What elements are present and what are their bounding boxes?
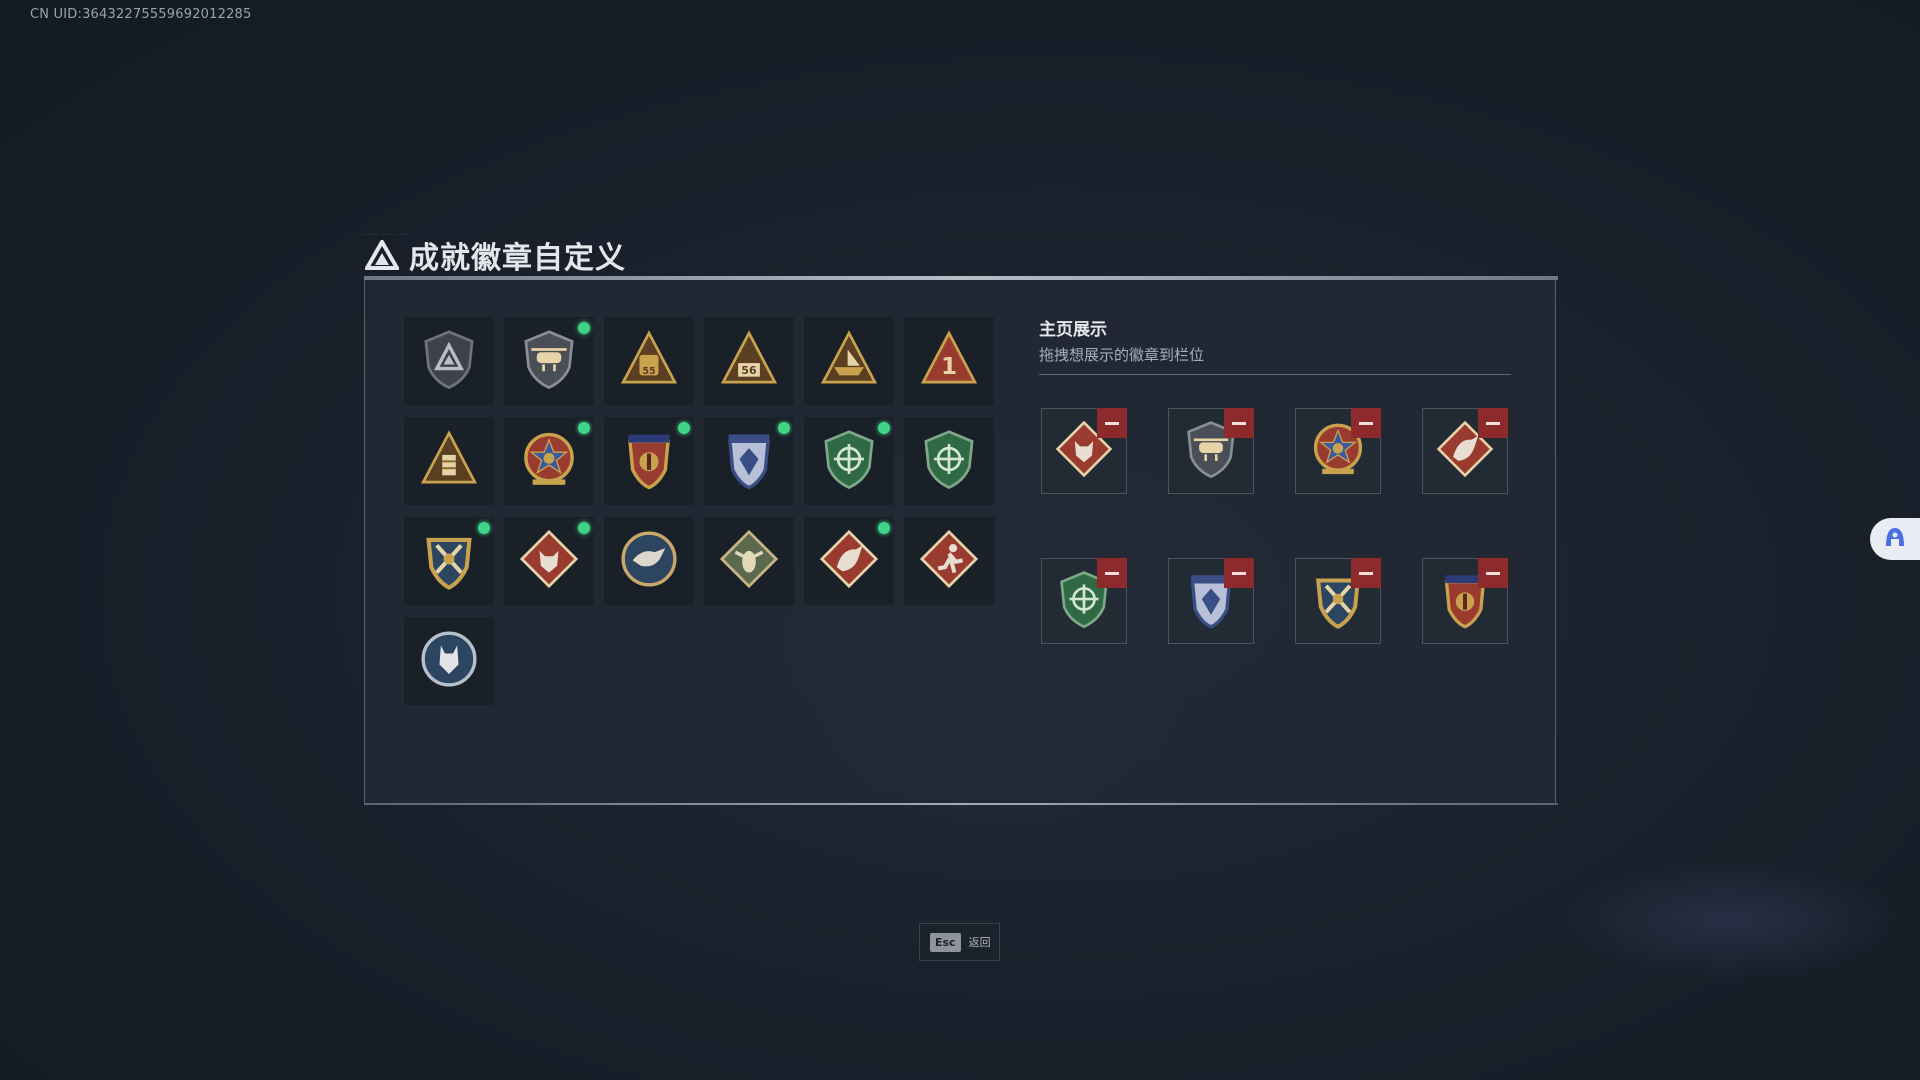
showcase-slot[interactable]: [1422, 558, 1508, 644]
page-header: 成就徽章自定义: [365, 233, 626, 277]
badge-slot[interactable]: 55: [604, 317, 694, 405]
remove-badge-button[interactable]: [1224, 408, 1254, 438]
gold-triangle-number-1-badge-icon: 1: [915, 325, 983, 397]
new-indicator-dot: [578, 522, 590, 534]
gold-triangle-55-badge-icon: 55: [615, 325, 683, 397]
remove-badge-button[interactable]: [1478, 408, 1508, 438]
green-crosshair-shield-badge-icon: [915, 425, 983, 497]
gold-swords-crest-badge-icon: [415, 525, 483, 597]
green-crosshair-shield-badge-icon: [815, 425, 883, 497]
badge-slot[interactable]: [604, 417, 694, 505]
round-wolf-badge-icon: [415, 625, 483, 697]
badge-slot[interactable]: [904, 417, 994, 505]
badge-slot[interactable]: [904, 517, 994, 605]
gold-triangle-ship-badge-icon: [815, 325, 883, 397]
showcase-slot[interactable]: [1041, 558, 1127, 644]
gold-triangle-stack-badge-icon: [415, 425, 483, 497]
minus-icon: [1105, 421, 1119, 425]
showcase-slot[interactable]: [1422, 408, 1508, 494]
esc-key-hint: Esc: [930, 932, 961, 952]
badge-slot[interactable]: [504, 317, 594, 405]
showcase-slot[interactable]: [1041, 408, 1127, 494]
back-button[interactable]: Esc 返回: [919, 923, 1000, 961]
showcase-slot[interactable]: [1295, 408, 1381, 494]
gold-triangle-56-badge-icon: 56: [715, 325, 783, 397]
showcase-slot-grid: [1041, 408, 1508, 644]
badge-slot[interactable]: [804, 517, 894, 605]
new-indicator-dot: [878, 522, 890, 534]
showcase-hint: 拖拽想展示的徽章到栏位: [1039, 346, 1205, 364]
grey-triangle-shield-badge-icon: [415, 325, 483, 397]
remove-badge-button[interactable]: [1351, 558, 1381, 588]
minus-icon: [1105, 571, 1119, 575]
badge-slot[interactable]: [404, 617, 494, 705]
showcase-slot[interactable]: [1295, 558, 1381, 644]
badge-collection-grid: 55 56 1: [404, 317, 994, 705]
round-eagle-badge-icon: [615, 525, 683, 597]
remove-badge-button[interactable]: [1351, 408, 1381, 438]
badge-slot[interactable]: 1: [904, 317, 994, 405]
player-uid: CN UID:36432275559692012285: [30, 7, 252, 22]
diamond-wolf-badge-icon: [515, 525, 583, 597]
minus-icon: [1486, 571, 1500, 575]
new-indicator-dot: [878, 422, 890, 434]
new-indicator-dot: [578, 322, 590, 334]
diamond-hornet-badge-icon: [715, 525, 783, 597]
homepage-showcase: 主页展示 拖拽想展示的徽章到栏位: [1039, 315, 1511, 644]
red-crest-badge-icon: [615, 425, 683, 497]
remove-badge-button[interactable]: [1097, 408, 1127, 438]
remove-badge-button[interactable]: [1224, 558, 1254, 588]
badge-slot[interactable]: [404, 417, 494, 505]
triangle-logo-icon: [365, 240, 399, 270]
showcase-slot[interactable]: [1168, 408, 1254, 494]
badge-slot[interactable]: [404, 517, 494, 605]
svg-text:55: 55: [642, 366, 655, 377]
panel-top-border: [364, 276, 1558, 280]
minus-icon: [1359, 571, 1373, 575]
remove-badge-button[interactable]: [1097, 558, 1127, 588]
svg-text:56: 56: [741, 364, 756, 377]
background-glow: [1560, 860, 1900, 980]
helicopter-shield-badge-icon: [515, 325, 583, 397]
side-assistant-button[interactable]: [1870, 518, 1920, 560]
badge-slot[interactable]: [804, 317, 894, 405]
badge-slot[interactable]: 56: [704, 317, 794, 405]
minus-icon: [1359, 421, 1373, 425]
divider: [1039, 374, 1511, 375]
new-indicator-dot: [578, 422, 590, 434]
new-indicator-dot: [478, 522, 490, 534]
badge-slot[interactable]: [704, 517, 794, 605]
badge-customize-panel: 55 56 1 主页展示 拖拽想展示的徽章到栏位: [364, 276, 1558, 805]
badge-slot[interactable]: [504, 417, 594, 505]
page-title: 成就徽章自定义: [409, 241, 626, 276]
new-indicator-dot: [778, 422, 790, 434]
diamond-runner-badge-icon: [915, 525, 983, 597]
showcase-title: 主页展示: [1039, 320, 1107, 340]
badge-slot[interactable]: [704, 417, 794, 505]
diamond-dragon-badge-icon: [815, 525, 883, 597]
remove-badge-button[interactable]: [1478, 558, 1508, 588]
new-indicator-dot: [678, 422, 690, 434]
back-label: 返回: [968, 936, 991, 949]
star-medal-badge-icon: [515, 425, 583, 497]
minus-icon: [1232, 421, 1246, 425]
minus-icon: [1232, 571, 1246, 575]
panel-bottom-border: [364, 803, 1558, 805]
blue-wolf-crest-badge-icon: [715, 425, 783, 497]
svg-text:1: 1: [941, 354, 957, 380]
badge-slot[interactable]: [504, 517, 594, 605]
badge-slot[interactable]: [804, 417, 894, 505]
showcase-slot[interactable]: [1168, 558, 1254, 644]
minus-icon: [1486, 421, 1500, 425]
badge-slot[interactable]: [404, 317, 494, 405]
badge-slot[interactable]: [604, 517, 694, 605]
assistant-icon: [1882, 524, 1908, 554]
